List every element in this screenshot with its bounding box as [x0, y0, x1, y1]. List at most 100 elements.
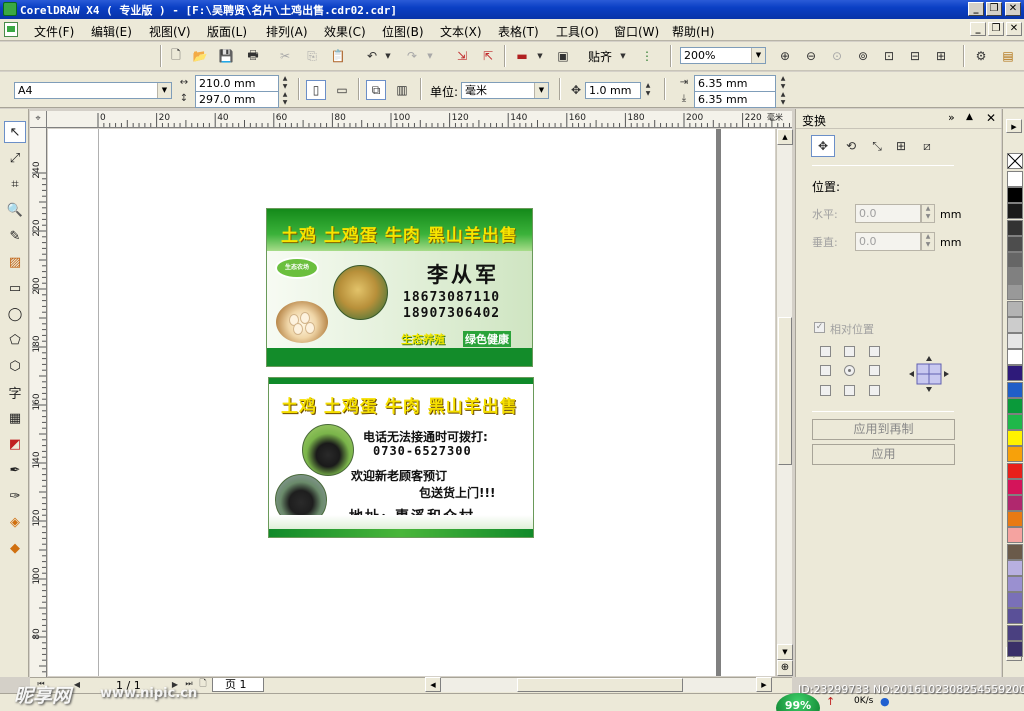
- scroll-up-icon[interactable]: ▲: [777, 129, 793, 145]
- eyedropper-icon[interactable]: ✒: [4, 459, 26, 481]
- color-swatch[interactable]: [1007, 300, 1023, 317]
- palette-scroll-up-icon[interactable]: ▶: [1006, 119, 1022, 133]
- vertical-spinner-icon[interactable]: ▲ ▼: [921, 232, 935, 251]
- apply-button[interactable]: 应用: [812, 444, 955, 465]
- menu-table[interactable]: 表格(T): [498, 23, 539, 40]
- business-card-front[interactable]: 土鸡 土鸡蛋 牛肉 黑山羊出售 生态农场 李从军 18673087110 189…: [266, 208, 533, 367]
- freehand-tool-icon[interactable]: ✎: [4, 225, 26, 247]
- menu-tools[interactable]: 工具(O): [556, 23, 599, 40]
- menu-file[interactable]: 文件(F): [34, 23, 74, 40]
- ruler-origin-icon[interactable]: ⌖: [30, 111, 47, 128]
- anchor-top-right[interactable]: [869, 346, 880, 357]
- menu-bitmaps[interactable]: 位图(B): [382, 23, 424, 40]
- paper-height-field[interactable]: 297.0 mm: [195, 91, 279, 108]
- docker-collapse-icon[interactable]: ▲: [966, 112, 973, 122]
- rotate-tab-icon[interactable]: ⟲: [839, 135, 863, 157]
- text-tool-icon[interactable]: 字: [4, 381, 26, 403]
- paste-icon[interactable]: 📋: [328, 46, 348, 66]
- vertical-ruler[interactable]: 240 220 200 180 160 140 120 100 80: [30, 128, 47, 677]
- color-swatch[interactable]: [1007, 511, 1023, 528]
- anchor-center[interactable]: [844, 365, 855, 376]
- close-button[interactable]: ✕: [1005, 2, 1021, 16]
- zoom-all-icon[interactable]: ⊚: [853, 46, 873, 66]
- scroll-left-icon[interactable]: ◀: [425, 677, 441, 692]
- menu-arrange[interactable]: 排列(A): [266, 23, 308, 40]
- color-swatch[interactable]: [1007, 171, 1023, 187]
- zoom-in-icon[interactable]: ⊕: [775, 46, 795, 66]
- color-swatch[interactable]: [1007, 576, 1023, 592]
- undo-icon[interactable]: ↶: [362, 46, 382, 66]
- print-icon[interactable]: 🖶: [243, 46, 263, 66]
- duplicate-x-field[interactable]: 6.35 mm: [694, 75, 776, 92]
- vertical-scroll-thumb[interactable]: [778, 317, 792, 465]
- height-spinner-icon[interactable]: ▲ ▼: [280, 91, 290, 108]
- anchor-bottom-center[interactable]: [844, 385, 855, 396]
- landscape-icon[interactable]: ▭: [332, 80, 352, 100]
- color-swatch[interactable]: [1007, 495, 1023, 511]
- nudge-distance-field[interactable]: 1.0 mm: [585, 82, 641, 99]
- color-swatch[interactable]: [1007, 381, 1023, 398]
- scroll-down-icon[interactable]: ▼: [777, 644, 793, 660]
- zoom-selected-icon[interactable]: ⊙: [827, 46, 847, 66]
- horizontal-spinner-icon[interactable]: ▲ ▼: [921, 204, 935, 223]
- anchor-bottom-right[interactable]: [869, 385, 880, 396]
- color-swatch[interactable]: [1007, 478, 1023, 495]
- color-swatch[interactable]: [1007, 284, 1023, 301]
- interactive-blend-icon[interactable]: ◩: [4, 433, 26, 455]
- polygon-tool-icon[interactable]: ⬠: [4, 329, 26, 351]
- color-swatch[interactable]: [1007, 543, 1023, 560]
- color-swatch[interactable]: [1007, 559, 1023, 576]
- scroll-right-icon[interactable]: ▶: [756, 677, 772, 692]
- position-tab-icon[interactable]: ✥: [811, 135, 835, 157]
- copy-icon[interactable]: ⎘: [302, 46, 322, 66]
- ellipse-tool-icon[interactable]: ◯: [4, 303, 26, 325]
- portrait-icon[interactable]: ▯: [306, 80, 326, 100]
- smart-fill-icon[interactable]: ▨: [4, 251, 26, 273]
- interactive-fill-icon[interactable]: ◆: [4, 537, 26, 559]
- color-swatch[interactable]: [1007, 430, 1023, 447]
- redo-icon[interactable]: ↷: [402, 46, 422, 66]
- fill-tool-icon[interactable]: ◈: [4, 511, 26, 533]
- zoom-out-icon[interactable]: ⊖: [801, 46, 821, 66]
- doc-minimize-button[interactable]: _: [970, 22, 986, 36]
- all-pages-icon[interactable]: ⧉: [366, 80, 386, 100]
- dup-y-spinner-icon[interactable]: ▲ ▼: [778, 91, 788, 108]
- no-color-swatch-icon[interactable]: [1007, 153, 1023, 169]
- rectangle-tool-icon[interactable]: ▭: [4, 277, 26, 299]
- doc-close-button[interactable]: ✕: [1006, 22, 1022, 36]
- color-swatch[interactable]: [1007, 235, 1023, 252]
- basic-shapes-icon[interactable]: ⬡: [4, 355, 26, 377]
- docker-expand-icon[interactable]: »: [948, 111, 955, 124]
- business-card-back[interactable]: 土鸡 土鸡蛋 牛肉 黑山羊出售 电话无法接通时可拨打: 0730-6527300…: [268, 377, 534, 538]
- redo-dropdown-icon[interactable]: ▼: [424, 46, 436, 66]
- new-document-icon[interactable]: 🗋: [166, 46, 186, 66]
- anchor-bottom-left[interactable]: [820, 385, 831, 396]
- color-swatch[interactable]: [1007, 187, 1023, 204]
- zoom-height-icon[interactable]: ⊞: [931, 46, 951, 66]
- drawing-canvas[interactable]: 土鸡 土鸡蛋 牛肉 黑山羊出售 生态农场 李从军 18673087110 189…: [48, 129, 775, 676]
- relative-position-checkbox[interactable]: ✓: [814, 322, 825, 333]
- chevron-down-icon[interactable]: ▼: [534, 83, 548, 98]
- color-swatch[interactable]: [1007, 316, 1023, 333]
- doc-restore-button[interactable]: ❐: [988, 22, 1004, 36]
- anchor-top-center[interactable]: [844, 346, 855, 357]
- pick-tool-icon[interactable]: ↖: [4, 121, 26, 143]
- export-icon[interactable]: ⇱: [478, 46, 498, 66]
- chevron-down-icon[interactable]: ▼: [157, 83, 171, 98]
- apply-to-duplicate-button[interactable]: 应用到再制: [812, 419, 955, 440]
- horizontal-position-field[interactable]: 0.0: [855, 204, 921, 223]
- undo-dropdown-icon[interactable]: ▼: [382, 46, 394, 66]
- menu-window[interactable]: 窗口(W): [614, 23, 659, 40]
- application-launcher-icon[interactable]: ▬: [512, 46, 532, 66]
- color-swatch[interactable]: [1007, 592, 1023, 609]
- page-tab[interactable]: 页 1: [212, 678, 264, 692]
- anchor-middle-right[interactable]: [869, 365, 880, 376]
- color-swatch[interactable]: [1007, 414, 1023, 430]
- zoom-level-combo[interactable]: 200% ▼: [680, 47, 766, 64]
- nudge-spinner-icon[interactable]: ▲ ▼: [643, 82, 653, 99]
- snap-to-label[interactable]: 贴齐: [588, 48, 612, 65]
- menu-layout[interactable]: 版面(L): [207, 23, 247, 40]
- launcher-dropdown-icon[interactable]: ▼: [534, 46, 546, 66]
- color-swatch[interactable]: [1007, 252, 1023, 268]
- outline-pen-icon[interactable]: ✑: [4, 485, 26, 507]
